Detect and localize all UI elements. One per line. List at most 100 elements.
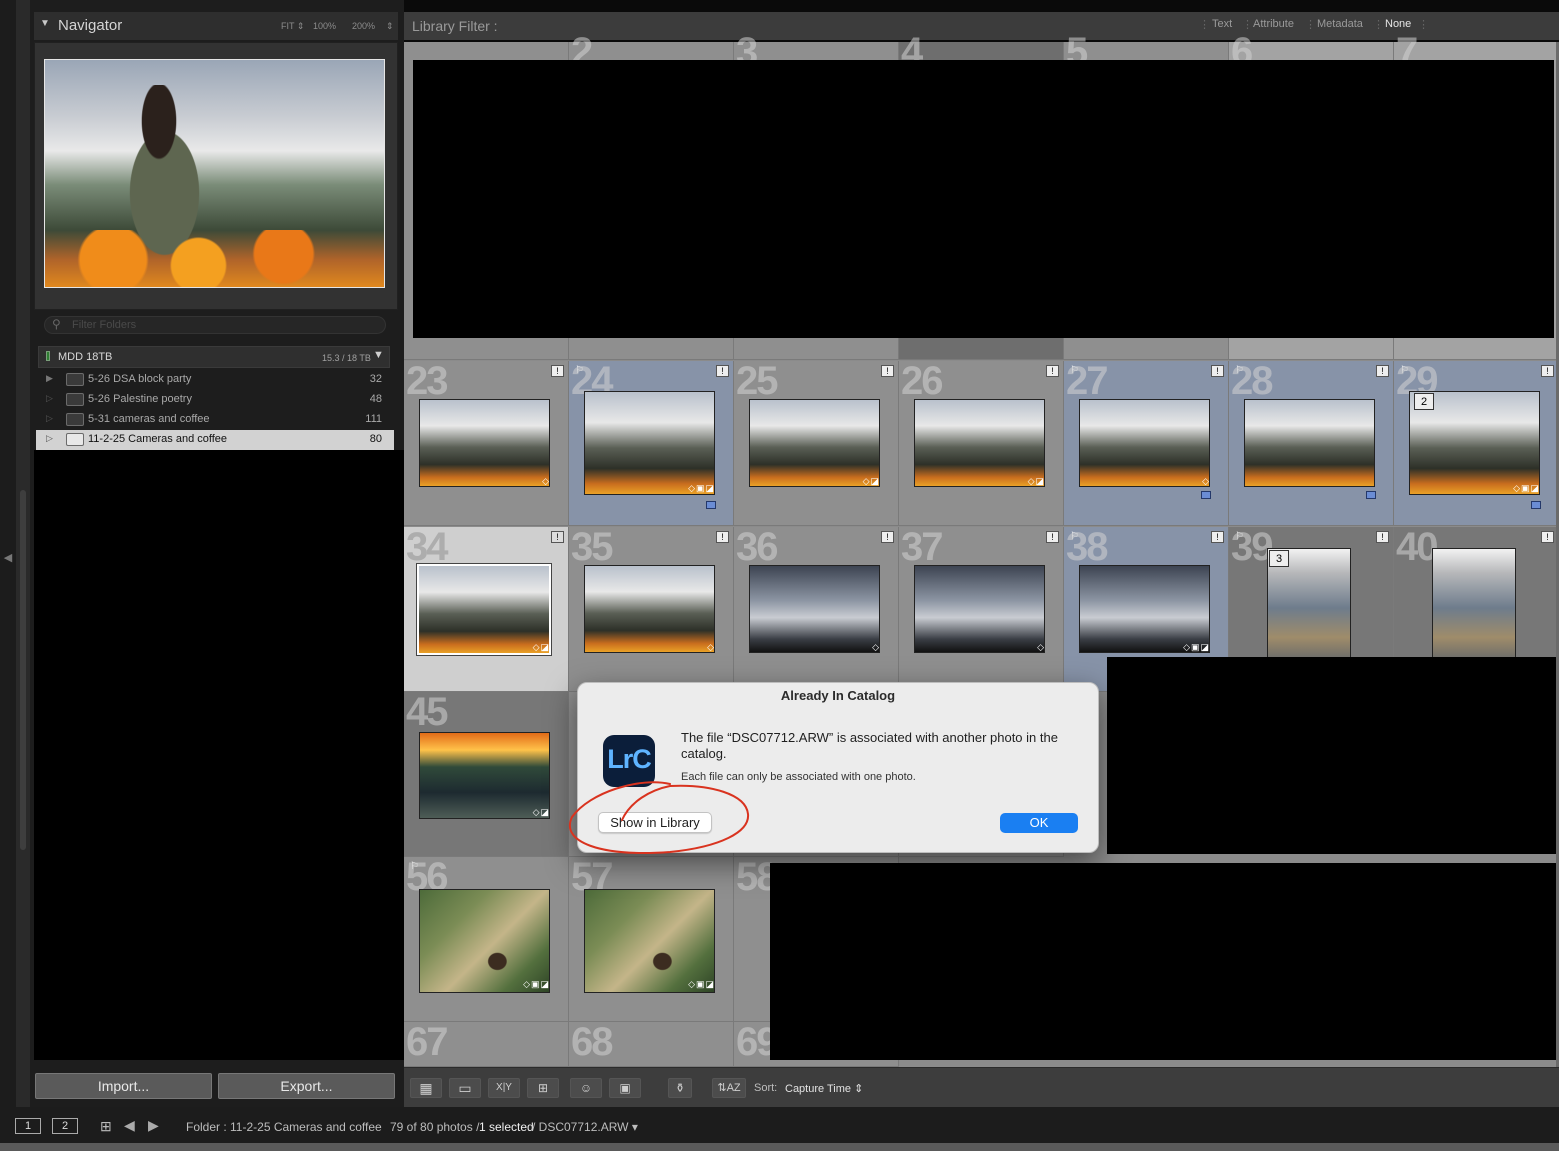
filter-attribute-option[interactable]: Attribute [1253, 18, 1294, 30]
grid-cell[interactable]: ⚐ 24 ! ◇▣◪ [569, 361, 734, 526]
show-in-library-button[interactable]: Show in Library [598, 812, 712, 833]
metadata-warning-icon[interactable]: ! [551, 365, 564, 377]
filmstrip-thumbnails[interactable] [0, 1143, 1559, 1151]
people-view-icon[interactable]: ☺ [570, 1078, 602, 1098]
metadata-warning-icon[interactable]: ! [1376, 365, 1389, 377]
grid-cell[interactable]: 57 ◇▣◪ [569, 857, 734, 1022]
main-window-button[interactable]: 1 [15, 1118, 41, 1134]
folder-expand-icon[interactable]: ▷ [46, 393, 53, 404]
grid-cell-active[interactable]: 34 ! ◇◪ [404, 527, 569, 692]
photo-thumbnail[interactable] [1244, 399, 1375, 487]
painter-icon[interactable]: ⚱ [668, 1078, 692, 1098]
metadata-warning-icon[interactable]: ! [1211, 365, 1224, 377]
photo-thumbnail[interactable] [584, 391, 715, 495]
folder-row[interactable]: ▷ 5-26 Palestine poetry 48 [36, 390, 394, 410]
color-label-icon [706, 501, 716, 509]
metadata-warning-icon[interactable]: ! [1046, 365, 1059, 377]
loupe-view-icon[interactable]: ▭ [449, 1078, 481, 1098]
volume-collapse-icon[interactable]: ▼ [373, 349, 384, 361]
slideshow-icon[interactable]: ▣ [609, 1078, 641, 1098]
sort-direction-icon[interactable]: ⇅AZ [712, 1078, 746, 1098]
navigator-collapse-icon[interactable]: ▼ [40, 18, 50, 32]
grid-cell[interactable]: 23 ! ◇ [404, 361, 569, 526]
import-button[interactable]: Import... [35, 1073, 212, 1099]
grid-cell[interactable]: 68 [569, 1022, 734, 1067]
navigator-preview-image[interactable] [44, 59, 385, 288]
survey-view-icon[interactable]: ⊞ [527, 1078, 559, 1098]
photo-thumbnail[interactable] [1432, 548, 1516, 668]
grid-cell[interactable]: ⚐ 28 ! [1229, 361, 1394, 526]
folder-expand-icon[interactable]: ▷ [46, 413, 53, 424]
grid-cell[interactable]: 35 ! ◇ [569, 527, 734, 692]
photo-thumbnail[interactable] [584, 889, 715, 993]
folder-row[interactable]: ▶ 5-26 DSA block party 32 [36, 370, 394, 390]
metadata-warning-icon[interactable]: ! [1376, 531, 1389, 543]
folder-breadcrumb[interactable]: Folder : 11-2-25 Cameras and coffee [186, 1120, 382, 1134]
filename-dropdown[interactable]: / DSC07712.ARW ▾ [532, 1120, 638, 1134]
export-button[interactable]: Export... [218, 1073, 395, 1099]
photo-count: 79 of 80 photos / [390, 1120, 480, 1134]
grid-view-icon[interactable]: ▦ [410, 1078, 442, 1098]
badge-icons: ◇◪ [532, 807, 550, 817]
filter-none-option[interactable]: None [1385, 18, 1411, 30]
photo-thumbnail[interactable] [419, 399, 550, 487]
grid-cell[interactable]: 45 ◇◪ [404, 692, 569, 857]
zoom-fit-option[interactable]: FIT ⇕ [281, 21, 304, 32]
grid-icon[interactable]: ⊞ [100, 1118, 112, 1135]
photo-thumbnail[interactable] [584, 565, 715, 653]
compare-view-button[interactable]: X|Y [488, 1078, 520, 1098]
grid-cell[interactable]: 67 [404, 1022, 569, 1067]
search-icon: ⚲ [52, 317, 61, 331]
metadata-warning-icon[interactable]: ! [881, 531, 894, 543]
cell-index: 39 [1231, 527, 1273, 569]
grid-cell[interactable]: 25 ! ◇◪ [734, 361, 899, 526]
filter-metadata-option[interactable]: Metadata [1317, 18, 1363, 30]
photo-thumbnail[interactable] [1079, 399, 1210, 487]
metadata-warning-icon[interactable]: ! [1046, 531, 1059, 543]
metadata-warning-icon[interactable]: ! [1541, 531, 1554, 543]
zoom-200-option[interactable]: 200% [352, 21, 375, 31]
sort-select[interactable]: Capture Time ⇕ [785, 1082, 863, 1095]
forward-arrow-icon[interactable]: ▶ [148, 1117, 159, 1134]
grid-cell[interactable]: ⚐ 56 ◇▣◪ [404, 857, 569, 1022]
grid-cell[interactable]: 36 ! ◇ [734, 527, 899, 692]
photo-thumbnail[interactable] [749, 399, 880, 487]
sort-label: Sort: [754, 1082, 778, 1094]
ok-button[interactable]: OK [1000, 813, 1078, 833]
collapse-left-panel-icon[interactable]: ◀ [2, 548, 14, 568]
badge-icons: ◇◪ [862, 476, 880, 486]
left-panel-scroll-thumb[interactable] [20, 490, 26, 850]
photo-thumbnail[interactable] [914, 565, 1045, 653]
metadata-warning-icon[interactable]: ! [881, 365, 894, 377]
folder-row-selected[interactable]: ▷ 11-2-25 Cameras and coffee 80 [36, 430, 394, 450]
back-arrow-icon[interactable]: ◀ [124, 1117, 135, 1134]
photo-thumbnail[interactable] [1079, 565, 1210, 653]
zoom-100-option[interactable]: 100% [313, 21, 336, 31]
folder-expand-icon[interactable]: ▶ [46, 373, 53, 384]
filter-text-option[interactable]: Text [1212, 18, 1232, 30]
grid-cell[interactable]: ⚐ 29 ! 2 ◇▣◪ [1394, 361, 1559, 526]
photo-thumbnail[interactable] [914, 399, 1045, 487]
photo-thumbnail[interactable] [749, 565, 880, 653]
grid-cell[interactable]: 26 ! ◇◪ [899, 361, 1064, 526]
metadata-warning-icon[interactable]: ! [1541, 365, 1554, 377]
stack-count-badge[interactable]: 2 [1414, 393, 1434, 410]
grid-cell[interactable]: ⚐ 27 ! ◇ [1064, 361, 1229, 526]
metadata-warning-icon[interactable]: ! [551, 531, 564, 543]
photo-thumbnail[interactable] [419, 889, 550, 993]
secondary-window-button[interactable]: 2 [52, 1118, 78, 1134]
metadata-warning-icon[interactable]: ! [716, 365, 729, 377]
photo-thumbnail[interactable] [419, 732, 550, 819]
folder-expand-icon[interactable]: ▷ [46, 433, 53, 444]
badge-icons: ◇▣◪ [1513, 483, 1540, 493]
photo-thumbnail[interactable] [416, 563, 552, 656]
folder-row[interactable]: ▷ 5-31 cameras and coffee 111 [36, 410, 394, 430]
zoom-more-icon[interactable]: ⇕ [386, 21, 394, 32]
stack-count-badge[interactable]: 3 [1269, 550, 1289, 567]
badge-icons: ◇◪ [532, 642, 550, 652]
metadata-warning-icon[interactable]: ! [1211, 531, 1224, 543]
folder-name: 5-26 Palestine poetry [88, 393, 192, 405]
keyword-icon: ◇ [707, 642, 715, 652]
metadata-warning-icon[interactable]: ! [716, 531, 729, 543]
grid-cell[interactable]: 37 ! ◇ [899, 527, 1064, 692]
